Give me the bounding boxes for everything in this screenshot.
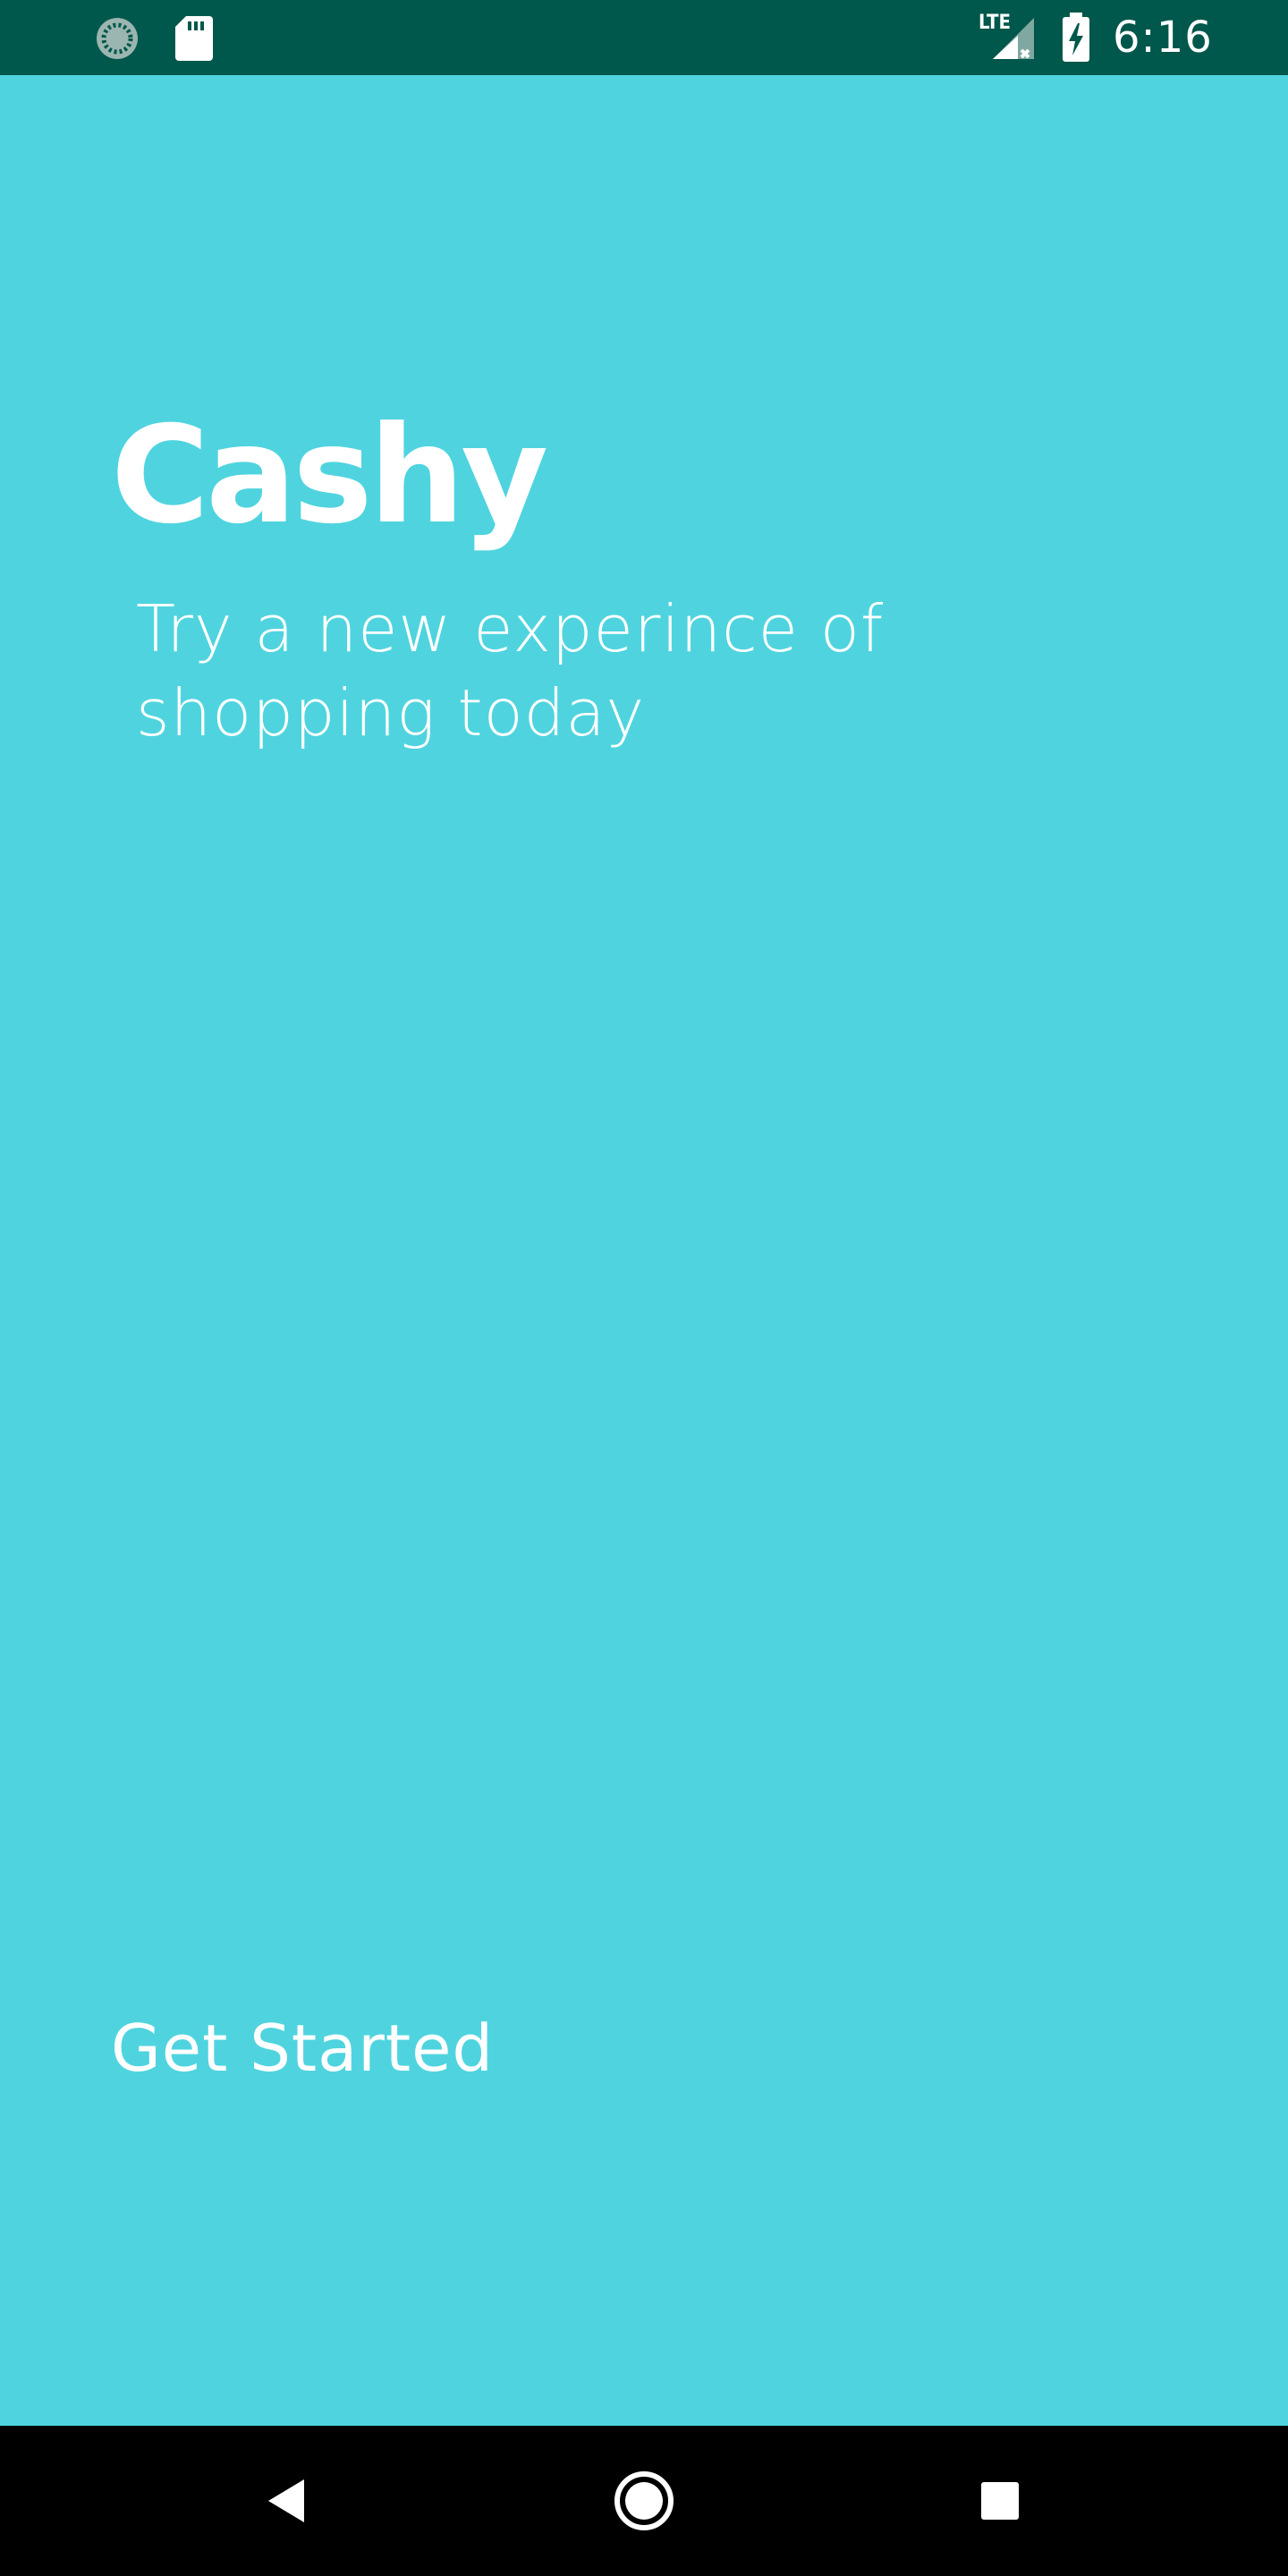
home-icon[interactable] bbox=[599, 2456, 689, 2546]
app-logo: Cashy bbox=[111, 398, 548, 554]
get-started-button[interactable]: Get Started bbox=[111, 2004, 494, 2093]
sd-card-icon bbox=[175, 16, 213, 64]
lte-signal-icon: LTE bbox=[975, 13, 1038, 63]
tagline: Try a new experince of shopping today bbox=[136, 591, 885, 750]
recents-icon[interactable] bbox=[955, 2456, 1045, 2546]
navigation-bar bbox=[0, 2426, 1288, 2576]
sync-icon bbox=[95, 16, 140, 64]
status-time: 6:16 bbox=[1113, 13, 1213, 63]
status-bar: LTE 6:16 bbox=[0, 0, 1288, 75]
battery-charging-icon bbox=[1061, 13, 1091, 66]
back-icon[interactable] bbox=[242, 2456, 331, 2546]
welcome-screen: Cashy Try a new experince of shopping to… bbox=[0, 75, 1288, 2426]
